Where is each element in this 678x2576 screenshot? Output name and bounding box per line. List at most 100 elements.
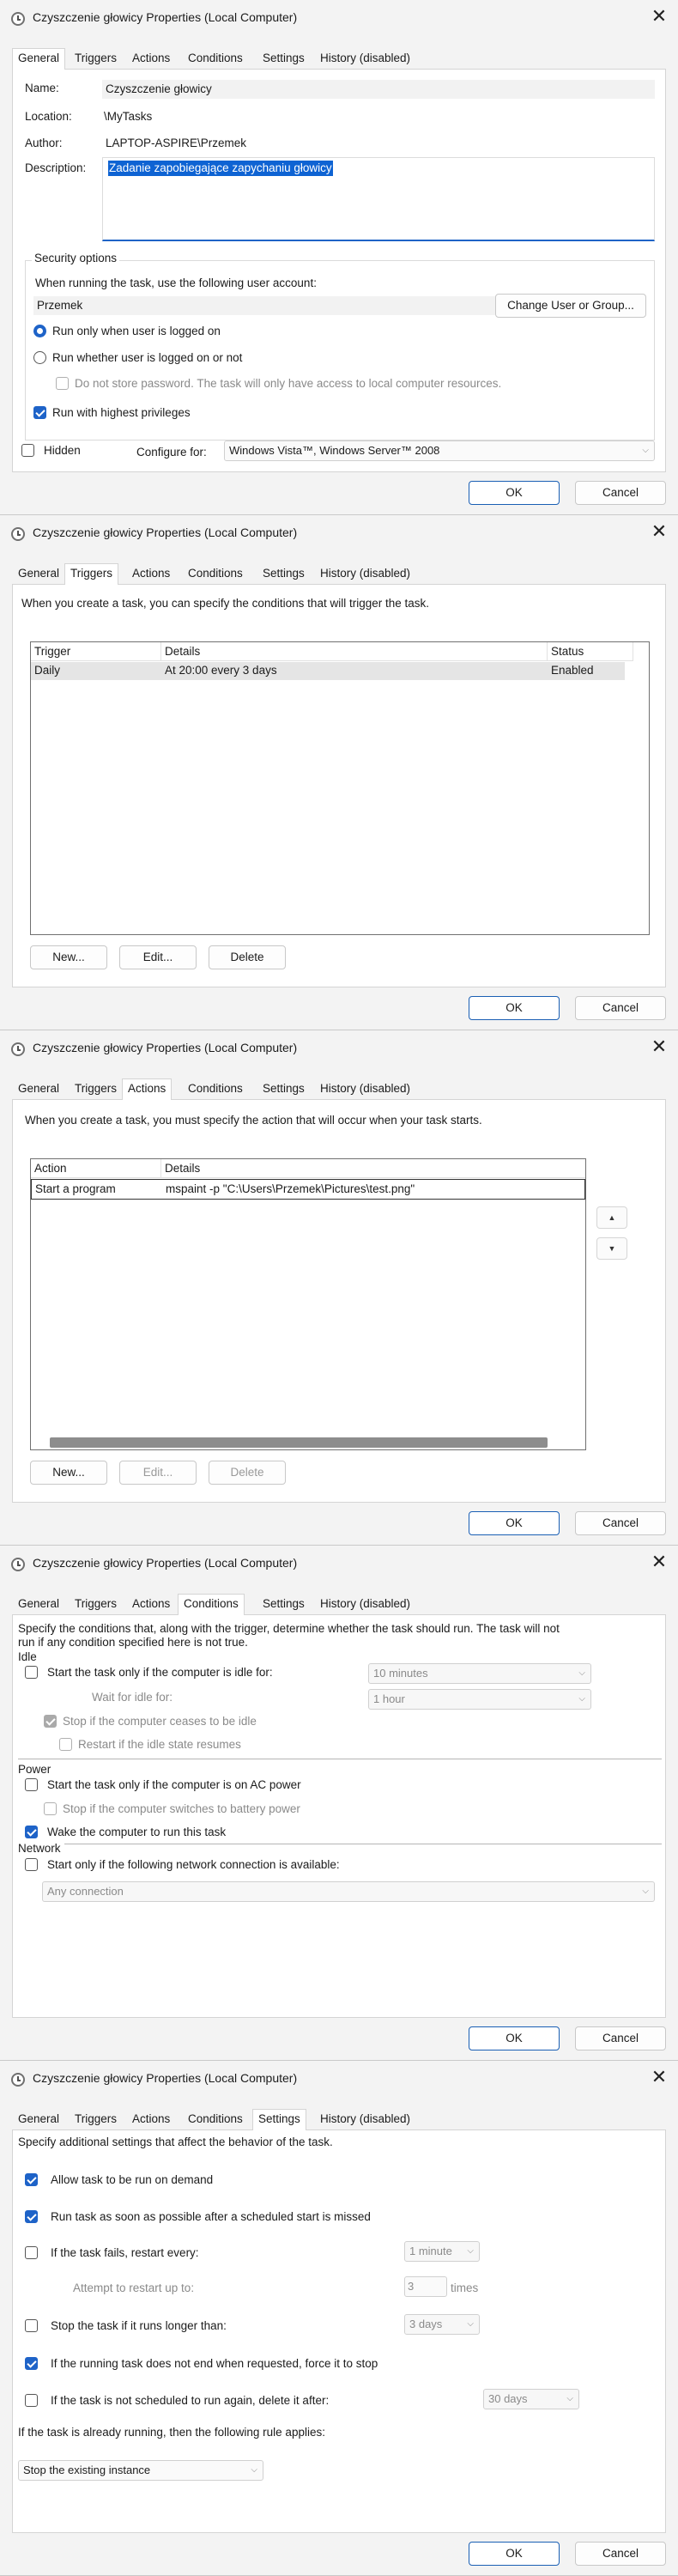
ok-button[interactable]: OK	[469, 481, 560, 505]
triggers-list[interactable]: Trigger Details Status Daily At 20:00 ev…	[30, 641, 650, 935]
ok-button[interactable]: OK	[469, 2026, 560, 2050]
table-row[interactable]: Start a program mspaint -p "C:\Users\Prz…	[31, 1179, 585, 1200]
close-icon[interactable]: ✕	[648, 1036, 670, 1059]
name-field[interactable]: Czyszczenie głowicy	[102, 80, 655, 99]
close-icon[interactable]: ✕	[648, 2067, 670, 2089]
attempt-label: Attempt to restart up to:	[73, 2281, 195, 2294]
stop-idle-checkbox[interactable]	[44, 1715, 57, 1728]
tab-actions[interactable]: Actions	[126, 2111, 176, 2130]
tab-actions[interactable]: Actions	[126, 1596, 176, 1615]
tab-actions[interactable]: Actions	[126, 566, 176, 585]
column-header-trigger[interactable]: Trigger	[31, 642, 161, 661]
cancel-button[interactable]: Cancel	[575, 2542, 666, 2566]
move-up-button[interactable]: ▲	[596, 1206, 627, 1229]
tab-conditions[interactable]: Conditions	[182, 566, 249, 585]
tab-conditions[interactable]: Conditions	[182, 1081, 249, 1100]
move-down-button[interactable]: ▼	[596, 1237, 627, 1260]
hidden-checkbox[interactable]	[21, 444, 34, 457]
table-row[interactable]: Daily At 20:00 every 3 days Enabled	[31, 662, 625, 680]
delete-duration-select[interactable]: 30 days ⌵	[483, 2389, 579, 2409]
cancel-button[interactable]: Cancel	[575, 2026, 666, 2050]
description-field[interactable]: Zadanie zapobiegające zapychaniu głowicy	[102, 157, 655, 241]
column-header-details[interactable]: Details	[161, 1159, 585, 1178]
tab-history[interactable]: History (disabled)	[314, 1081, 416, 1100]
new-action-button[interactable]: New...	[30, 1461, 107, 1485]
tab-settings[interactable]: Settings	[257, 1596, 311, 1615]
cancel-button[interactable]: Cancel	[575, 481, 666, 505]
battery-stop-checkbox[interactable]	[44, 1802, 57, 1815]
tab-general[interactable]: General	[12, 566, 65, 585]
tab-triggers[interactable]: Triggers	[69, 2111, 123, 2130]
radio-whether-logged-on[interactable]	[33, 351, 46, 364]
stop-duration-select[interactable]: 3 days ⌵	[404, 2314, 480, 2335]
attempt-spinner[interactable]: 3	[404, 2276, 447, 2297]
network-connection-select[interactable]: Any connection ⌵	[42, 1881, 655, 1902]
window-title: Czyszczenie głowicy Properties (Local Co…	[33, 10, 298, 24]
tab-actions[interactable]: Actions	[126, 51, 176, 70]
triggers-panel: When you create a task, you can specify …	[12, 584, 666, 987]
actions-list[interactable]: Action Details Start a program mspaint -…	[30, 1158, 586, 1450]
highest-privileges-checkbox[interactable]	[33, 406, 46, 419]
running-rule-select[interactable]: Stop the existing instance ⌵	[18, 2460, 263, 2481]
idle-start-checkbox[interactable]	[25, 1666, 38, 1679]
change-user-button[interactable]: Change User or Group...	[495, 294, 646, 318]
idle-duration-select[interactable]: 10 minutes ⌵	[368, 1663, 591, 1684]
close-icon[interactable]: ✕	[648, 521, 670, 544]
restart-idle-checkbox[interactable]	[59, 1738, 72, 1751]
tab-general[interactable]: General	[12, 1596, 65, 1615]
radio-whether-label: Run whether user is logged on or not	[52, 351, 243, 364]
wake-checkbox[interactable]	[25, 1826, 38, 1838]
ok-button[interactable]: OK	[469, 1511, 560, 1535]
tab-settings[interactable]: Settings	[257, 566, 311, 585]
tab-actions[interactable]: Actions	[122, 1078, 173, 1100]
cancel-button[interactable]: Cancel	[575, 1511, 666, 1535]
close-icon[interactable]: ✕	[648, 6, 670, 28]
close-icon[interactable]: ✕	[648, 1552, 670, 1574]
configure-for-select[interactable]: Windows Vista™, Windows Server™ 2008 ⌵	[224, 440, 655, 461]
column-header-details[interactable]: Details	[161, 642, 548, 661]
cancel-button[interactable]: Cancel	[575, 996, 666, 1020]
dialog-general: Czyszczenie głowicy Properties (Local Co…	[0, 0, 678, 515]
location-value: \MyTasks	[104, 110, 153, 123]
tab-history[interactable]: History (disabled)	[314, 2111, 416, 2130]
horizontal-scrollbar[interactable]	[50, 1437, 548, 1448]
tab-history[interactable]: History (disabled)	[314, 566, 416, 585]
tab-general[interactable]: General	[12, 48, 66, 70]
tab-triggers[interactable]: Triggers	[69, 1596, 123, 1615]
restart-every-checkbox[interactable]	[25, 2246, 38, 2259]
new-trigger-button[interactable]: New...	[30, 945, 107, 969]
run-asap-checkbox[interactable]	[25, 2210, 38, 2223]
network-start-checkbox[interactable]	[25, 1858, 38, 1871]
tab-settings[interactable]: Settings	[257, 1081, 311, 1100]
restart-interval-select[interactable]: 1 minute ⌵	[404, 2241, 480, 2262]
tab-conditions[interactable]: Conditions	[182, 51, 249, 70]
delete-trigger-button[interactable]: Delete	[209, 945, 286, 969]
tab-history[interactable]: History (disabled)	[314, 51, 416, 70]
allow-demand-checkbox[interactable]	[25, 2173, 38, 2186]
no-store-password-checkbox[interactable]	[56, 377, 69, 390]
radio-logged-on[interactable]	[33, 325, 46, 337]
tab-conditions[interactable]: Conditions	[182, 2111, 249, 2130]
ok-button[interactable]: OK	[469, 996, 560, 1020]
tab-triggers[interactable]: Triggers	[64, 563, 119, 585]
window-title: Czyszczenie głowicy Properties (Local Co…	[33, 1041, 298, 1054]
stop-longer-checkbox[interactable]	[25, 2319, 38, 2332]
ok-button[interactable]: OK	[469, 2542, 560, 2566]
delete-after-checkbox[interactable]	[25, 2394, 38, 2407]
tab-conditions[interactable]: Conditions	[178, 1594, 245, 1615]
ac-power-checkbox[interactable]	[25, 1778, 38, 1791]
tab-general[interactable]: General	[12, 2111, 65, 2130]
delete-action-button[interactable]: Delete	[209, 1461, 286, 1485]
edit-trigger-button[interactable]: Edit...	[119, 945, 197, 969]
tab-history[interactable]: History (disabled)	[314, 1596, 416, 1615]
tab-triggers[interactable]: Triggers	[69, 1081, 123, 1100]
tab-settings[interactable]: Settings	[257, 51, 311, 70]
column-header-status[interactable]: Status	[548, 642, 633, 661]
tab-triggers[interactable]: Triggers	[69, 51, 123, 70]
edit-action-button[interactable]: Edit...	[119, 1461, 197, 1485]
force-stop-checkbox[interactable]	[25, 2357, 38, 2370]
tab-settings[interactable]: Settings	[252, 2109, 306, 2130]
tab-general[interactable]: General	[12, 1081, 65, 1100]
wait-idle-select[interactable]: 1 hour ⌵	[368, 1689, 591, 1710]
column-header-action[interactable]: Action	[31, 1159, 161, 1178]
